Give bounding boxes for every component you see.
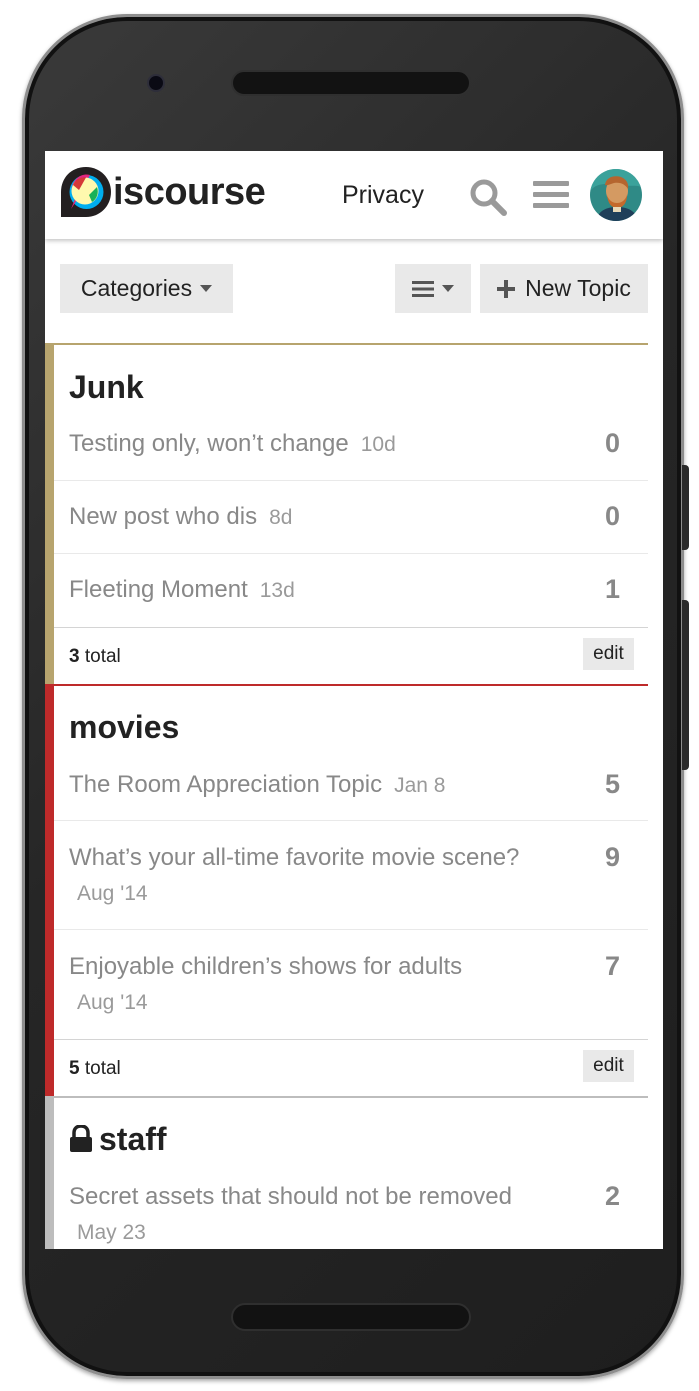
topic-post-count: 0 (604, 428, 620, 458)
topic-row[interactable]: The Room Appreciation Topic Jan 8 5 (54, 748, 648, 821)
site-logo[interactable]: iscourse (59, 165, 266, 219)
edit-category-button[interactable]: edit (583, 638, 634, 670)
category-color-bar (45, 1096, 54, 1249)
topic-row[interactable]: New post who dis 8d 0 (54, 481, 648, 554)
edit-category-button[interactable]: edit (583, 1050, 634, 1082)
plus-icon (497, 279, 516, 298)
total-count: 5 (69, 1058, 80, 1079)
category-title[interactable]: movies (69, 708, 179, 746)
privacy-link[interactable]: Privacy (342, 180, 424, 210)
topic-post-count: 9 (604, 842, 620, 872)
new-topic-label: New Topic (525, 275, 631, 301)
hamburger-menu-icon[interactable] (533, 179, 569, 211)
category-top-border (45, 1096, 648, 1098)
topic-row[interactable]: Secret assets that should not be removed… (54, 1160, 648, 1249)
topic-row[interactable]: Enjoyable children’s shows for adults Au… (54, 930, 648, 1040)
list-view-button[interactable] (395, 264, 471, 313)
topic-age: May 23 (77, 1221, 146, 1244)
power-button (682, 600, 689, 770)
topic-total: 3 total (69, 646, 121, 668)
list-icon (412, 280, 434, 297)
topic-post-count: 2 (604, 1181, 620, 1211)
category-box-staff: staff Secret assets that should not be r… (45, 1096, 648, 1249)
topic-title-text: Testing only, won’t change (69, 430, 349, 457)
search-icon[interactable] (469, 178, 507, 216)
earpiece-speaker (231, 70, 471, 96)
caret-down-icon (200, 285, 213, 292)
front-camera (147, 74, 165, 92)
topic-total: 5 total (69, 1058, 121, 1080)
category-name: staff (99, 1121, 167, 1157)
topic-age: 8d (269, 506, 293, 529)
total-label: total (84, 646, 121, 667)
category-box-movies: movies The Room Appreciation Topic Jan 8 … (45, 684, 648, 1096)
volume-button (682, 465, 689, 550)
navigation-bar: Categories New Topic (60, 264, 648, 313)
topic-title-text: The Room Appreciation Topic (69, 771, 383, 798)
category-top-border (45, 343, 648, 345)
topic-row[interactable]: Testing only, won’t change 10d 0 (54, 408, 648, 481)
topic-age: Jan 8 (394, 774, 446, 797)
new-topic-button[interactable]: New Topic (480, 264, 648, 313)
logo-text: iscourse (113, 171, 266, 213)
topic-post-count: 0 (604, 501, 620, 531)
topic-title[interactable]: Fleeting Moment 13d (69, 575, 295, 606)
topic-post-count: 1 (604, 574, 620, 604)
topic-title[interactable]: Enjoyable children’s shows for adults (69, 952, 462, 982)
categories-label: Categories (80, 275, 193, 301)
topic-title[interactable]: New post who dis 8d (69, 502, 292, 533)
site-header: iscourse Privacy (45, 151, 663, 239)
categories-dropdown[interactable]: Categories (60, 264, 233, 313)
category-top-border (45, 684, 648, 686)
topic-age: 10d (360, 433, 396, 456)
category-color-bar (45, 343, 54, 684)
bottom-speaker (231, 1303, 471, 1331)
total-label: total (84, 1058, 121, 1079)
topic-row[interactable]: What’s your all-time favorite movie scen… (54, 821, 648, 930)
topic-title-text: New post who dis (69, 503, 258, 530)
topic-age: Aug '14 (77, 991, 148, 1014)
discourse-logo-icon (61, 167, 111, 217)
category-color-bar (45, 684, 54, 1096)
user-avatar[interactable] (590, 169, 642, 221)
category-footer: 5 total edit (54, 1040, 648, 1096)
topic-post-count: 7 (604, 951, 620, 981)
category-box-junk: Junk Testing only, won’t change 10d 0 New… (45, 343, 648, 684)
category-footer: 3 total edit (54, 628, 648, 684)
category-title[interactable]: Junk (69, 368, 144, 406)
topic-title[interactable]: The Room Appreciation Topic Jan 8 (69, 770, 445, 801)
topic-post-count: 5 (604, 769, 620, 799)
screen: iscourse Privacy Categories New Topic Ju… (45, 151, 663, 1249)
topic-title[interactable]: Testing only, won’t change 10d (69, 429, 396, 460)
lock-icon (70, 1125, 92, 1152)
topic-title[interactable]: Secret assets that should not be removed (69, 1182, 512, 1212)
category-title[interactable]: staff (69, 1120, 167, 1158)
topic-title-text: Fleeting Moment (69, 576, 248, 603)
topic-age: 13d (259, 579, 295, 602)
topic-row[interactable]: Fleeting Moment 13d 1 (54, 554, 648, 628)
total-count: 3 (69, 646, 80, 667)
caret-down-icon (442, 285, 454, 292)
topic-age: Aug '14 (77, 882, 148, 905)
topic-title[interactable]: What’s your all-time favorite movie scen… (69, 843, 519, 873)
